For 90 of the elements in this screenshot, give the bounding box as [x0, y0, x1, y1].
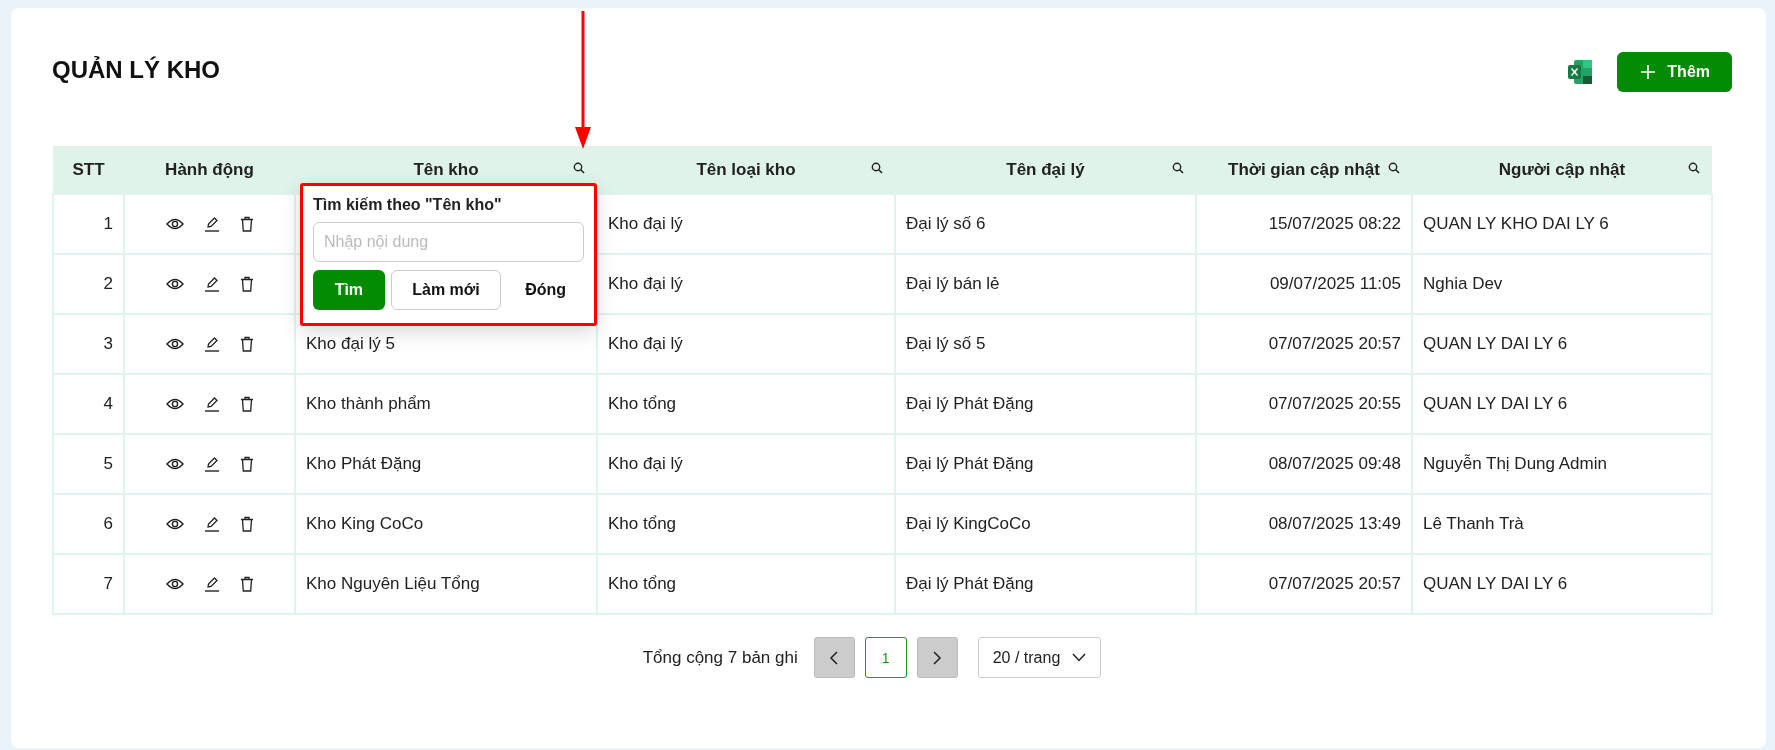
table-cell: Kho đại lý	[608, 334, 683, 353]
search-input[interactable]: Nhập nội dung	[313, 222, 584, 262]
table-cell: Đại lý Phát Đặng	[906, 574, 1034, 593]
table-cell: Đại lý Phát Đặng	[906, 454, 1034, 473]
table-cell: Kho Phát Đặng	[306, 454, 422, 473]
popup-button[interactable]: Làm mới	[390, 270, 502, 310]
column-label: Tên kho	[413, 159, 479, 179]
table-cell: 07/07/2025 20:57	[1268, 574, 1401, 593]
eye-icon[interactable]	[165, 458, 184, 470]
table-cell: 08/07/2025 13:49	[1268, 514, 1401, 533]
table-cell: Nghia Dev	[1423, 274, 1503, 293]
table-cell: Đại lý Phát Đặng	[906, 394, 1034, 413]
table-cell: 08/07/2025 09:48	[1268, 454, 1401, 473]
edit-icon[interactable]	[203, 276, 220, 292]
search-icon[interactable]	[1388, 162, 1400, 174]
table-cell: QUAN LY DAI LY 6	[1423, 334, 1568, 353]
edit-icon[interactable]	[203, 516, 220, 532]
page-title: QUẢN LÝ KHO	[52, 56, 220, 84]
total-count: Tổng cộng 7 bản ghi	[642, 647, 798, 668]
table-cell: 15/07/2025 08:22	[1268, 214, 1401, 233]
table-cell: Kho tổng	[608, 574, 677, 593]
edit-icon[interactable]	[203, 216, 220, 232]
trash-icon[interactable]	[239, 276, 254, 292]
table-cell: 5	[103, 454, 113, 473]
plus-icon	[1641, 65, 1656, 79]
trash-icon[interactable]	[239, 396, 254, 412]
table-cell: Đại lý bán lẻ	[906, 274, 1000, 293]
table-cell: 3	[103, 334, 113, 353]
table-cell: Đại lý KingCoCo	[906, 514, 1031, 533]
table-cell: QUAN LY KHO DAI LY 6	[1423, 214, 1609, 233]
table-cell: QUAN LY DAI LY 6	[1423, 394, 1568, 413]
trash-icon[interactable]	[239, 336, 254, 352]
chevron-down-icon	[1072, 653, 1087, 662]
next-page-button[interactable]	[916, 637, 958, 678]
trash-icon[interactable]	[239, 216, 254, 232]
popup-button[interactable]: Đóng	[507, 270, 584, 310]
table-cell: 1	[103, 214, 113, 233]
table-cell: Kho đại lý	[608, 454, 683, 473]
page-size-select[interactable]: 20 / trang	[977, 637, 1102, 678]
table-cell: 09/07/2025 11:05	[1269, 274, 1401, 293]
table-cell: Kho tổng	[608, 514, 677, 533]
column-label: Tên loại kho	[696, 159, 796, 179]
column-label: Tên đại lý	[1006, 159, 1085, 179]
add-button[interactable]: Thêm	[1617, 52, 1732, 92]
table-cell: 07/07/2025 20:55	[1268, 394, 1401, 413]
popup-title: Tìm kiếm theo "Tên kho"	[313, 196, 503, 214]
table-cell: 2	[103, 274, 113, 293]
chevron-left-icon	[829, 650, 840, 665]
table-cell: 6	[103, 514, 113, 533]
column-label: STT	[72, 159, 105, 179]
previous-page-button[interactable]	[813, 637, 855, 678]
trash-icon[interactable]	[239, 516, 254, 532]
column-label: Người cập nhật	[1498, 159, 1626, 179]
table-cell: 4	[103, 394, 113, 413]
table-cell: 7	[103, 574, 113, 593]
edit-icon[interactable]	[203, 456, 220, 472]
search-icon[interactable]	[1688, 162, 1700, 174]
trash-icon[interactable]	[239, 456, 254, 472]
table-cell: QUAN LY DAI LY 6	[1423, 574, 1568, 593]
table-cell: Kho thành phẩm	[306, 394, 431, 413]
edit-icon[interactable]	[203, 396, 220, 412]
trash-icon[interactable]	[239, 576, 254, 592]
eye-icon[interactable]	[165, 398, 184, 410]
table-cell: 07/07/2025 20:57	[1268, 334, 1401, 353]
search-icon[interactable]	[573, 162, 585, 174]
eye-icon[interactable]	[165, 518, 184, 530]
table-cell: Nguyễn Thị Dung Admin	[1423, 454, 1607, 473]
search-icon[interactable]	[871, 162, 883, 174]
eye-icon[interactable]	[165, 278, 184, 290]
chevron-right-icon	[932, 650, 943, 665]
table-cell: Kho tổng	[608, 394, 677, 413]
eye-icon[interactable]	[165, 218, 184, 230]
column-label: Hành động	[165, 159, 254, 179]
eye-icon[interactable]	[165, 338, 184, 350]
table-cell: Kho Nguyên Liệu Tổng	[306, 574, 480, 593]
column-label: Thời gian cập nhật	[1228, 159, 1380, 179]
spreadsheet-icon[interactable]	[1567, 59, 1594, 85]
search-icon[interactable]	[1172, 162, 1184, 174]
eye-icon[interactable]	[165, 578, 184, 590]
page-button[interactable]: 1	[864, 637, 907, 678]
table-cell: Kho đại lý	[608, 214, 683, 233]
table-cell: Kho King CoCo	[306, 514, 424, 533]
table-cell: Kho đại lý 5	[306, 334, 395, 353]
table-cell: Lê Thanh Trà	[1423, 514, 1524, 533]
edit-icon[interactable]	[203, 576, 220, 592]
popup-button[interactable]: Tìm	[313, 270, 385, 310]
table-cell: Đại lý số 5	[906, 334, 986, 353]
table-cell: Kho đại lý	[608, 274, 683, 293]
edit-icon[interactable]	[203, 336, 220, 352]
table-cell: Đại lý số 6	[906, 214, 986, 233]
